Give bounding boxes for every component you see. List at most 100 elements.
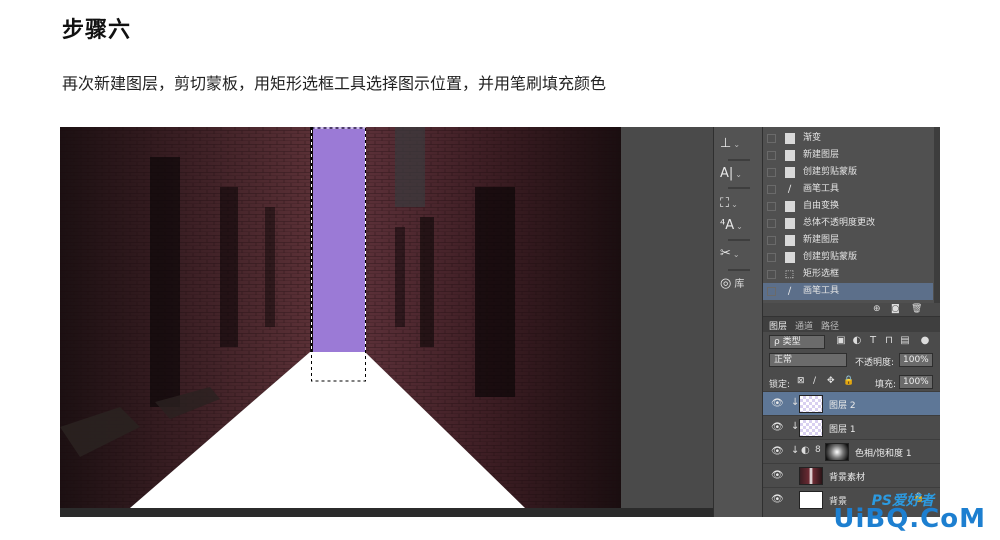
history-item[interactable]: 自由变换 <box>763 198 933 215</box>
history-snapshot-checkbox[interactable] <box>767 253 776 262</box>
history-snapshot-checkbox[interactable] <box>767 151 776 160</box>
opacity-label: 不透明度: <box>855 358 895 368</box>
layer-name[interactable]: 图层 1 <box>829 422 856 435</box>
history-scrollbar[interactable] <box>934 127 940 303</box>
document-icon <box>785 201 795 212</box>
layer-name[interactable]: 图层 2 <box>829 398 856 411</box>
status-bar <box>60 508 713 517</box>
lock-all-icon[interactable]: 🔒 <box>843 376 854 386</box>
history-snapshot-checkbox[interactable] <box>767 219 776 228</box>
dock-separator <box>728 187 750 189</box>
type-tool-icon[interactable]: A| ⌄ <box>720 163 758 185</box>
filter-toggle-icon[interactable]: ● <box>919 335 931 347</box>
character-icon[interactable]: ⁴A ⌄ <box>720 215 758 237</box>
layer-kind-filter[interactable]: ρ 类型 <box>769 335 825 349</box>
history-item[interactable]: 创建剪贴蒙版 <box>763 164 933 181</box>
camera-icon[interactable]: ◙ <box>891 304 900 314</box>
clip-arrow-icon: ↓ <box>791 445 800 456</box>
history-item-label: 画笔工具 <box>803 184 840 194</box>
adjustment-filter-icon[interactable]: ◐ <box>851 335 863 347</box>
marquee-icon: ⬚ <box>784 269 795 280</box>
history-item-label: 创建剪贴蒙版 <box>803 167 858 177</box>
document-icon <box>785 235 795 246</box>
history-item[interactable]: ∕ 画笔工具 <box>763 181 933 198</box>
pasteboard <box>621 127 713 508</box>
history-item[interactable]: 新建图层 <box>763 232 933 249</box>
layer-filter-row: ρ 类型 ▣ ◐ T ⊓ ▤ ● <box>763 332 940 352</box>
link-chain-icon[interactable]: 8 <box>815 445 821 455</box>
dock-separator <box>728 269 750 271</box>
visibility-eye-icon[interactable]: 👁 <box>771 446 784 457</box>
document-canvas[interactable] <box>60 127 621 508</box>
blend-mode-select[interactable]: 正常 <box>769 353 847 367</box>
layer-thumbnail[interactable] <box>799 467 823 485</box>
layer-row[interactable]: 👁 ↓ ◐ 8 色相/饱和度 1 <box>763 439 940 463</box>
history-item-label: 新建图层 <box>803 235 840 245</box>
history-item-label: 新建图层 <box>803 150 840 160</box>
layer-row[interactable]: 👁 背景素材 <box>763 463 940 487</box>
layer-thumbnail[interactable] <box>799 395 823 413</box>
lock-label: 锁定: <box>769 380 791 390</box>
history-item-label: 自由变换 <box>803 201 840 211</box>
layer-row[interactable]: 👁 ↓ 图层 2 <box>763 391 940 415</box>
layer-thumbnail[interactable] <box>825 443 849 461</box>
lock-transparent-icon[interactable]: ⊠ <box>797 376 805 386</box>
stamp-tool-icon[interactable]: ⊥ ⌄ <box>720 133 758 155</box>
right-panel: 渐变 新建图层 创建剪贴蒙版 ∕ 画笔工具 自由变换 总体不透明度更改 新建图层 创建剪贴蒙版 ⬚… <box>763 127 940 517</box>
visibility-eye-icon[interactable]: 👁 <box>771 470 784 481</box>
smart-object-filter-icon[interactable]: ▤ <box>899 335 911 347</box>
history-snapshot-checkbox[interactable] <box>767 202 776 211</box>
history-item[interactable]: ∕ 画笔工具 <box>763 283 933 300</box>
fill-input[interactable]: 100% <box>899 375 933 389</box>
visibility-eye-icon[interactable]: 👁 <box>771 494 784 505</box>
layer-name[interactable]: 色相/饱和度 1 <box>855 446 912 459</box>
history-snapshot-checkbox[interactable] <box>767 236 776 245</box>
step-instruction: 再次新建图层，剪切蒙板，用矩形选框工具选择图示位置，并用笔刷填充颜色 <box>62 74 607 93</box>
panel-dock-icons: ⊥ ⌄ A| ⌄ ⛶ ⌄ ⁴A ⌄ ✂ ⌄ ◎ 库 <box>713 127 763 517</box>
history-item[interactable]: ⬚ 矩形选框 <box>763 266 933 283</box>
lock-move-icon[interactable]: ✥ <box>827 376 835 386</box>
document-icon <box>785 218 795 229</box>
history-snapshot-checkbox[interactable] <box>767 270 776 279</box>
history-panel: 渐变 新建图层 创建剪贴蒙版 ∕ 画笔工具 自由变换 总体不透明度更改 新建图层 创建剪贴蒙版 ⬚… <box>763 127 940 303</box>
tab-layers[interactable]: 图层 <box>769 319 787 332</box>
library-icon[interactable]: ◎ 库 <box>720 273 758 295</box>
history-item-label: 总体不透明度更改 <box>803 218 876 228</box>
pixel-filter-icon[interactable]: ▣ <box>835 335 847 347</box>
tab-paths[interactable]: 路径 <box>821 319 839 332</box>
paint-bucket-icon[interactable]: ⛶ ⌄ <box>720 193 758 215</box>
history-item[interactable]: 创建剪贴蒙版 <box>763 249 933 266</box>
trash-icon[interactable]: 🗑 <box>911 304 922 314</box>
alley-image <box>60 127 621 508</box>
history-snapshot-checkbox[interactable] <box>767 134 776 143</box>
tab-channels[interactable]: 通道 <box>795 319 813 332</box>
shape-filter-icon[interactable]: ⊓ <box>883 335 895 347</box>
lock-brush-icon[interactable]: ∕ <box>813 376 816 386</box>
watermark-logo: UiBQ.CoM <box>833 504 986 534</box>
history-snapshot-checkbox[interactable] <box>767 287 776 296</box>
history-snapshot-checkbox[interactable] <box>767 168 776 177</box>
history-item-label: 渐变 <box>803 133 822 143</box>
purple-fill-area <box>313 127 365 352</box>
history-item[interactable]: 渐变 <box>763 130 933 147</box>
type-filter-icon[interactable]: T <box>867 335 879 347</box>
photoshop-screenshot: ⊥ ⌄ A| ⌄ ⛶ ⌄ ⁴A ⌄ ✂ ⌄ ◎ 库 渐变 新建图层 创建剪贴蒙版 ∕ 画笔工具 自由变… <box>60 127 940 517</box>
dock-separator <box>728 159 750 161</box>
scissors-icon[interactable]: ✂ ⌄ <box>720 243 758 265</box>
history-item[interactable]: 总体不透明度更改 <box>763 215 933 232</box>
layers-tabs: 图层 通道 路径 <box>763 317 940 332</box>
new-snapshot-icon[interactable]: ⊕ <box>873 304 881 314</box>
visibility-eye-icon[interactable]: 👁 <box>771 422 784 433</box>
history-item[interactable]: 新建图层 <box>763 147 933 164</box>
visibility-eye-icon[interactable]: 👁 <box>771 398 784 409</box>
history-footer: ⊕ ◙ 🗑 <box>763 303 940 317</box>
layer-row[interactable]: 👁 ↓ 图层 1 <box>763 415 940 439</box>
opacity-input[interactable]: 100% <box>899 353 933 367</box>
layer-thumbnail[interactable] <box>799 491 823 509</box>
history-snapshot-checkbox[interactable] <box>767 185 776 194</box>
layer-thumbnail[interactable] <box>799 419 823 437</box>
layer-name[interactable]: 背景素材 <box>829 470 865 483</box>
history-item-label: 创建剪贴蒙版 <box>803 252 858 262</box>
fill-label: 填充: <box>875 380 897 390</box>
document-icon <box>785 133 795 144</box>
